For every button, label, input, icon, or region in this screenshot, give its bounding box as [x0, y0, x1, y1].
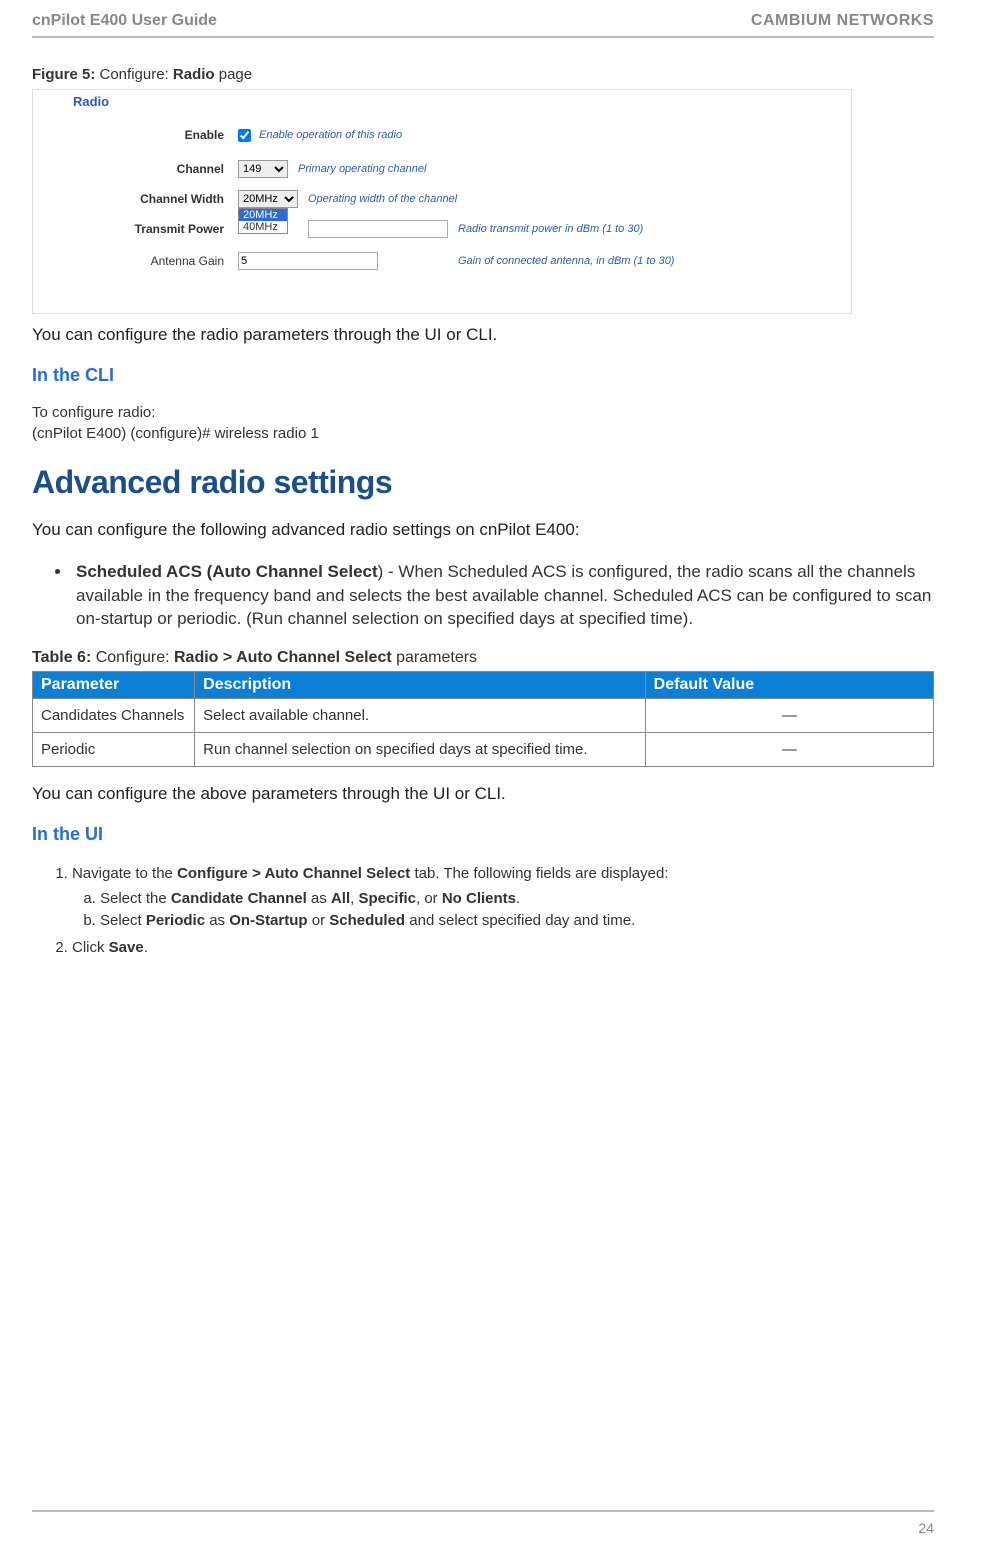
after-table-text: You can configure the above parameters t…	[32, 783, 934, 806]
channel-width-select[interactable]: 20MHz	[238, 190, 298, 208]
cell-param-0: Candidates Channels	[33, 699, 195, 733]
step-1: Navigate to the Configure > Auto Channel…	[72, 863, 934, 933]
step-1b: Select Periodic as On-Startup or Schedul…	[100, 910, 934, 933]
channel-width-hint: Operating width of the channel	[308, 193, 457, 205]
cell-desc-0: Select available channel.	[195, 699, 646, 733]
cli-heading: In the CLI	[32, 365, 934, 386]
antenna-gain-label: Antenna Gain	[33, 254, 238, 268]
antenna-gain-hint: Gain of connected antenna, in dBm (1 to …	[458, 255, 674, 267]
radio-config-screenshot: Radio Enable Enable operation of this ra…	[32, 89, 852, 314]
antenna-gain-input[interactable]	[238, 252, 378, 270]
cell-default-1: —	[645, 733, 933, 767]
table6-caption: Table 6: Configure: Radio > Auto Channel…	[32, 649, 934, 667]
enable-checkbox[interactable]	[238, 129, 251, 142]
cell-desc-1: Run channel selection on specified days …	[195, 733, 646, 767]
channel-width-label: Channel Width	[33, 192, 238, 206]
ui-heading: In the UI	[32, 824, 934, 845]
ui-steps: Navigate to the Configure > Auto Channel…	[72, 863, 934, 959]
th-description: Description	[195, 672, 646, 699]
th-parameter: Parameter	[33, 672, 195, 699]
channel-hint: Primary operating channel	[298, 163, 426, 175]
cli-intro: To configure radio:	[32, 404, 934, 421]
cell-param-1: Periodic	[33, 733, 195, 767]
enable-hint: Enable operation of this radio	[259, 129, 402, 141]
advanced-bullets: Scheduled ACS (Auto Channel Select) - Wh…	[72, 560, 934, 631]
footer-divider	[32, 1510, 934, 1512]
table-row: Periodic Run channel selection on specif…	[33, 733, 934, 767]
cli-command: (cnPilot E400) (configure)# wireless rad…	[32, 425, 934, 442]
table6: Parameter Description Default Value Cand…	[32, 671, 934, 767]
enable-label: Enable	[33, 128, 238, 142]
tx-power-label: Transmit Power	[33, 222, 238, 236]
bullet-scheduled-acs: Scheduled ACS (Auto Channel Select) - Wh…	[72, 560, 934, 631]
radio-panel-title: Radio	[73, 94, 109, 109]
header-left: cnPilot E400 User Guide	[32, 12, 217, 30]
channel-select[interactable]: 149	[238, 160, 288, 178]
page-header: cnPilot E400 User Guide CAMBIUM NETWORKS	[32, 12, 934, 38]
figure-caption: Figure 5: Configure: Radio page	[32, 66, 934, 83]
tx-power-input[interactable]	[308, 220, 448, 238]
header-right: CAMBIUM NETWORKS	[751, 12, 934, 30]
tx-power-hint: Radio transmit power in dBm (1 to 30)	[458, 223, 643, 235]
table-row: Candidates Channels Select available cha…	[33, 699, 934, 733]
th-default: Default Value	[645, 672, 933, 699]
advanced-heading: Advanced radio settings	[32, 464, 934, 501]
channel-label: Channel	[33, 162, 238, 176]
cell-default-0: —	[645, 699, 933, 733]
table6-header-row: Parameter Description Default Value	[33, 672, 934, 699]
page-number: 24	[918, 1520, 934, 1536]
step-2: Click Save.	[72, 937, 934, 960]
after-figure-text: You can configure the radio parameters t…	[32, 324, 934, 347]
advanced-intro: You can configure the following advanced…	[32, 519, 934, 542]
step-1a: Select the Candidate Channel as All, Spe…	[100, 888, 934, 911]
